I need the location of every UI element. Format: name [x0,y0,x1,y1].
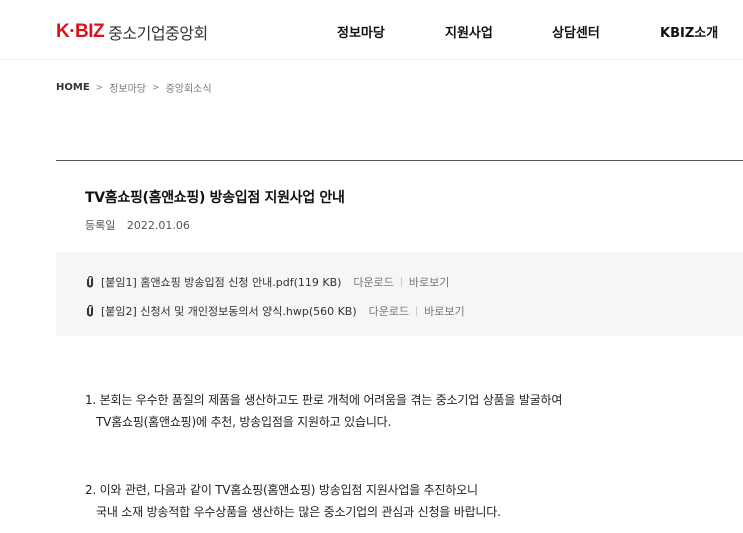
post-date: 등록일 2022.01.06 [85,217,190,233]
breadcrumb-separator: > [152,82,160,93]
body-paragraph-2: 2. 이와 관련, 다음과 같이 TV홈쇼핑(홈앤쇼핑) 방송입점 지원사업을 … [85,479,501,523]
nav-item-info[interactable]: 정보마당 [337,22,385,41]
nav-item-consulting[interactable]: 상담센터 [552,22,600,41]
global-nav: 정보마당 지원사업 상담센터 KBIZ소개 [0,22,743,42]
download-button[interactable]: 다운로드 [353,274,393,290]
download-button[interactable]: 다운로드 [369,303,409,319]
nav-item-support[interactable]: 지원사업 [445,22,493,41]
attachment-item: [붙임2] 신청서 및 개인정보동의서 양식.hwp(560 KB) 다운로드 … [85,303,465,319]
site-header: K·BIZ 중소기업중앙회 정보마당 지원사업 상담센터 KBIZ소개 [0,0,743,60]
content-divider [56,160,743,161]
date-label: 등록일 [85,219,116,232]
breadcrumb-item-news[interactable]: 중앙회소식 [166,80,212,95]
paragraph-line: TV홈쇼핑(홈앤쇼핑)에 추천, 방송입점을 지원하고 있습니다. [96,415,392,429]
action-separator [400,277,402,287]
attachment-name[interactable]: [붙임2] 신청서 및 개인정보동의서 양식.hwp(560 KB) [101,303,357,319]
date-value: 2022.01.06 [126,219,190,232]
breadcrumb: HOME > 정보마당 > 중앙회소식 [56,80,212,95]
nav-item-about[interactable]: KBIZ소개 [660,22,718,41]
preview-button[interactable]: 바로보기 [424,303,464,319]
attachment-item: [붙임1] 홈앤쇼핑 방송입점 신청 안내.pdf(119 KB) 다운로드 바… [85,274,449,290]
paperclip-icon [86,276,94,288]
breadcrumb-separator: > [95,82,104,93]
paperclip-icon [86,305,94,317]
paragraph-line: 국내 소재 방송적합 우수상품을 생산하는 많은 중소기업의 관심과 신청을 바… [96,505,501,519]
attachment-list: [붙임1] 홈앤쇼핑 방송입점 신청 안내.pdf(119 KB) 다운로드 바… [56,252,743,336]
body-paragraph-1: 1. 본회는 우수한 품질의 제품을 생산하고도 판로 개척에 어려움을 겪는 … [85,389,562,433]
post-title: TV홈쇼핑(홈앤쇼핑) 방송입점 지원사업 안내 [85,190,345,206]
action-separator [416,306,418,316]
paragraph-line: 2. 이와 관련, 다음과 같이 TV홈쇼핑(홈앤쇼핑) 방송입점 지원사업을 … [85,483,478,497]
attachment-name[interactable]: [붙임1] 홈앤쇼핑 방송입점 신청 안내.pdf(119 KB) [101,274,341,290]
paragraph-line: 1. 본회는 우수한 품질의 제품을 생산하고도 판로 개척에 어려움을 겪는 … [85,393,563,407]
preview-button[interactable]: 바로보기 [409,274,449,290]
breadcrumb-item-info[interactable]: 정보마당 [109,80,146,95]
breadcrumb-home[interactable]: HOME [56,82,90,93]
